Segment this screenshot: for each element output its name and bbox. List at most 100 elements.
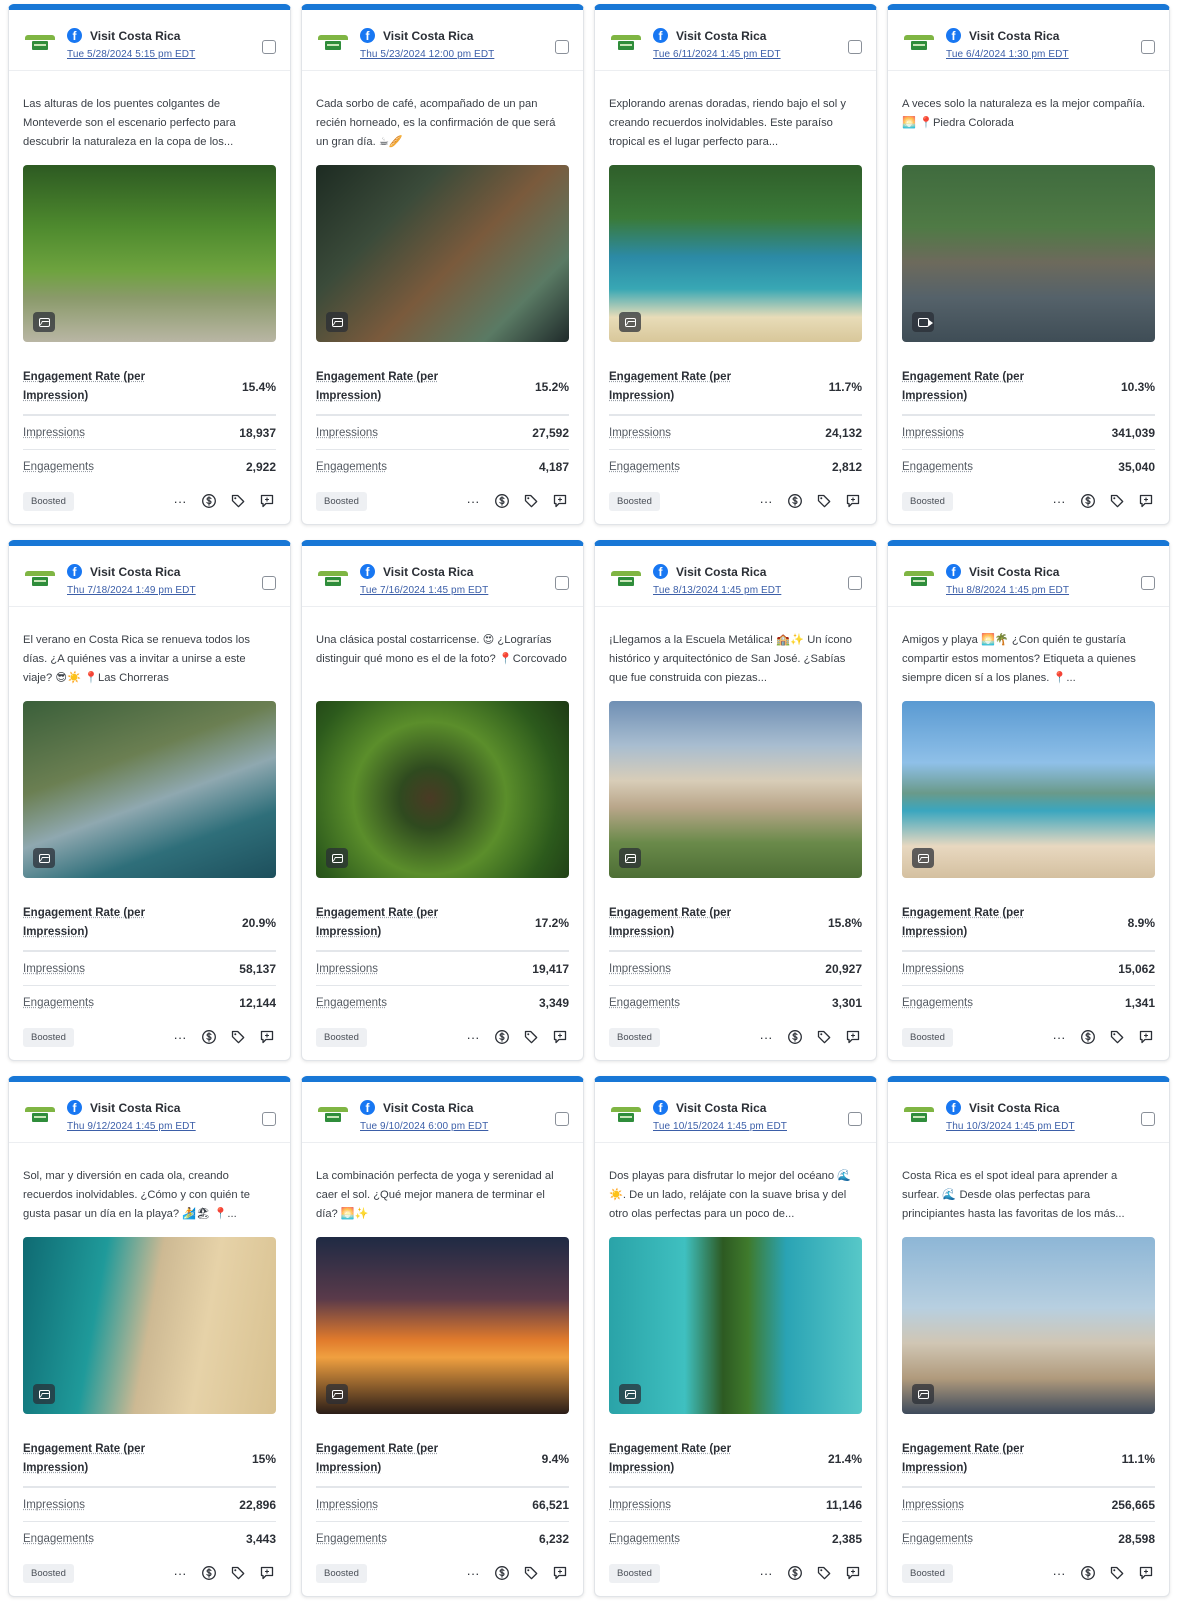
more-icon[interactable]: ··· <box>171 1564 189 1582</box>
impressions-label[interactable]: Impressions <box>23 427 85 439</box>
impressions-label[interactable]: Impressions <box>609 427 671 439</box>
comment-icon[interactable] <box>1137 1028 1155 1046</box>
impressions-label[interactable]: Impressions <box>316 427 378 439</box>
comment-icon[interactable] <box>844 1028 862 1046</box>
engagements-label[interactable]: Engagements <box>609 997 680 1009</box>
post-card[interactable]: f Visit Costa Rica Tue 9/10/2024 6:00 pm… <box>301 1076 584 1597</box>
comment-icon[interactable] <box>551 492 569 510</box>
post-card[interactable]: f Visit Costa Rica Tue 7/16/2024 1:45 pm… <box>301 540 584 1061</box>
engagement-rate-label[interactable]: Engagement Rate (per Impression) <box>902 368 1052 406</box>
select-checkbox[interactable] <box>555 576 569 590</box>
tag-icon[interactable] <box>229 1028 247 1046</box>
engagement-rate-label[interactable]: Engagement Rate (per Impression) <box>609 1440 759 1478</box>
post-media[interactable] <box>316 701 569 878</box>
post-media[interactable] <box>23 701 276 878</box>
dollar-icon[interactable] <box>1079 1028 1097 1046</box>
more-icon[interactable]: ··· <box>757 492 775 510</box>
more-icon[interactable]: ··· <box>757 1028 775 1046</box>
tag-icon[interactable] <box>1108 492 1126 510</box>
post-date-link[interactable]: Thu 5/23/2024 12:00 pm EDT <box>360 49 494 60</box>
tag-icon[interactable] <box>522 1564 540 1582</box>
dollar-icon[interactable] <box>493 1028 511 1046</box>
select-checkbox[interactable] <box>1141 576 1155 590</box>
tag-icon[interactable] <box>522 1028 540 1046</box>
engagements-label[interactable]: Engagements <box>902 1533 973 1545</box>
post-card[interactable]: f Visit Costa Rica Tue 6/11/2024 1:45 pm… <box>594 4 877 525</box>
more-icon[interactable]: ··· <box>1050 1028 1068 1046</box>
engagements-label[interactable]: Engagements <box>316 1533 387 1545</box>
post-media[interactable] <box>23 1237 276 1414</box>
select-checkbox[interactable] <box>262 40 276 54</box>
post-card[interactable]: f Visit Costa Rica Thu 5/23/2024 12:00 p… <box>301 4 584 525</box>
post-card[interactable]: f Visit Costa Rica Tue 5/28/2024 5:15 pm… <box>8 4 291 525</box>
comment-icon[interactable] <box>844 1564 862 1582</box>
impressions-label[interactable]: Impressions <box>316 963 378 975</box>
comment-icon[interactable] <box>551 1028 569 1046</box>
engagement-rate-label[interactable]: Engagement Rate (per Impression) <box>316 904 466 942</box>
select-checkbox[interactable] <box>848 40 862 54</box>
dollar-icon[interactable] <box>786 1564 804 1582</box>
dollar-icon[interactable] <box>1079 492 1097 510</box>
more-icon[interactable]: ··· <box>171 492 189 510</box>
post-card[interactable]: f Visit Costa Rica Tue 10/15/2024 1:45 p… <box>594 1076 877 1597</box>
post-card[interactable]: f Visit Costa Rica Tue 6/4/2024 1:30 pm … <box>887 4 1170 525</box>
engagements-label[interactable]: Engagements <box>316 997 387 1009</box>
post-date-link[interactable]: Tue 7/16/2024 1:45 pm EDT <box>360 585 488 596</box>
post-date-link[interactable]: Tue 10/15/2024 1:45 pm EDT <box>653 1121 787 1132</box>
post-media[interactable] <box>23 165 276 342</box>
dollar-icon[interactable] <box>493 1564 511 1582</box>
comment-icon[interactable] <box>1137 492 1155 510</box>
engagements-label[interactable]: Engagements <box>316 461 387 473</box>
engagement-rate-label[interactable]: Engagement Rate (per Impression) <box>23 1440 173 1478</box>
post-date-link[interactable]: Thu 9/12/2024 1:45 pm EDT <box>67 1121 196 1132</box>
dollar-icon[interactable] <box>786 492 804 510</box>
more-icon[interactable]: ··· <box>757 1564 775 1582</box>
engagement-rate-label[interactable]: Engagement Rate (per Impression) <box>609 368 759 406</box>
post-date-link[interactable]: Tue 6/11/2024 1:45 pm EDT <box>653 49 781 60</box>
tag-icon[interactable] <box>229 492 247 510</box>
tag-icon[interactable] <box>815 492 833 510</box>
post-date-link[interactable]: Tue 6/4/2024 1:30 pm EDT <box>946 49 1069 60</box>
dollar-icon[interactable] <box>200 1564 218 1582</box>
post-media[interactable] <box>902 165 1155 342</box>
post-media[interactable] <box>609 1237 862 1414</box>
comment-icon[interactable] <box>258 492 276 510</box>
comment-icon[interactable] <box>844 492 862 510</box>
tag-icon[interactable] <box>815 1564 833 1582</box>
impressions-label[interactable]: Impressions <box>23 1499 85 1511</box>
impressions-label[interactable]: Impressions <box>609 963 671 975</box>
select-checkbox[interactable] <box>262 1112 276 1126</box>
select-checkbox[interactable] <box>262 576 276 590</box>
impressions-label[interactable]: Impressions <box>23 963 85 975</box>
post-media[interactable] <box>609 701 862 878</box>
more-icon[interactable]: ··· <box>1050 492 1068 510</box>
impressions-label[interactable]: Impressions <box>902 427 964 439</box>
engagement-rate-label[interactable]: Engagement Rate (per Impression) <box>23 904 173 942</box>
engagements-label[interactable]: Engagements <box>609 1533 680 1545</box>
tag-icon[interactable] <box>522 492 540 510</box>
dollar-icon[interactable] <box>1079 1564 1097 1582</box>
post-card[interactable]: f Visit Costa Rica Thu 8/8/2024 1:45 pm … <box>887 540 1170 1061</box>
post-card[interactable]: f Visit Costa Rica Tue 8/13/2024 1:45 pm… <box>594 540 877 1061</box>
select-checkbox[interactable] <box>848 576 862 590</box>
tag-icon[interactable] <box>1108 1028 1126 1046</box>
tag-icon[interactable] <box>815 1028 833 1046</box>
select-checkbox[interactable] <box>555 1112 569 1126</box>
post-media[interactable] <box>902 1237 1155 1414</box>
dollar-icon[interactable] <box>200 1028 218 1046</box>
impressions-label[interactable]: Impressions <box>902 963 964 975</box>
engagement-rate-label[interactable]: Engagement Rate (per Impression) <box>902 904 1052 942</box>
engagements-label[interactable]: Engagements <box>23 997 94 1009</box>
more-icon[interactable]: ··· <box>1050 1564 1068 1582</box>
post-date-link[interactable]: Thu 8/8/2024 1:45 pm EDT <box>946 585 1069 596</box>
engagement-rate-label[interactable]: Engagement Rate (per Impression) <box>316 368 466 406</box>
select-checkbox[interactable] <box>1141 1112 1155 1126</box>
post-date-link[interactable]: Thu 10/3/2024 1:45 pm EDT <box>946 1121 1075 1132</box>
post-media[interactable] <box>609 165 862 342</box>
tag-icon[interactable] <box>229 1564 247 1582</box>
dollar-icon[interactable] <box>493 492 511 510</box>
tag-icon[interactable] <box>1108 1564 1126 1582</box>
impressions-label[interactable]: Impressions <box>316 1499 378 1511</box>
dollar-icon[interactable] <box>786 1028 804 1046</box>
post-date-link[interactable]: Tue 5/28/2024 5:15 pm EDT <box>67 49 195 60</box>
